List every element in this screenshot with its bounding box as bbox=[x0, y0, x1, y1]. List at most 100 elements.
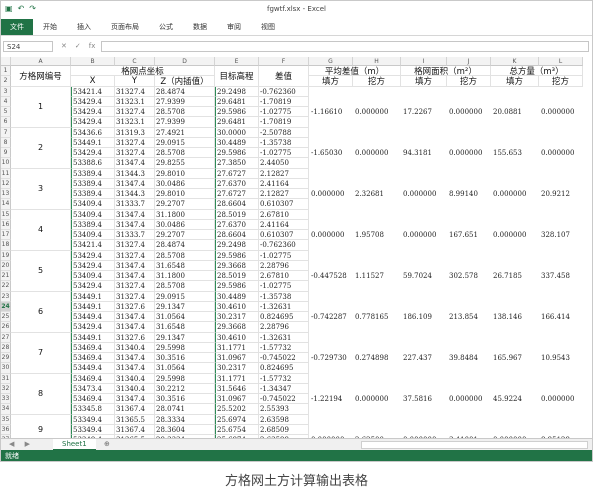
cancel-icon[interactable]: ✕ bbox=[61, 42, 67, 50]
grid-number-cell[interactable]: 1 bbox=[11, 86, 71, 128]
horizontal-scrollbar[interactable] bbox=[361, 441, 588, 449]
row-header[interactable]: 26 bbox=[1, 322, 11, 333]
data-cell[interactable]: 31327.6 bbox=[115, 332, 155, 343]
row-header[interactable]: 28 bbox=[1, 342, 11, 353]
data-cell[interactable]: 31.1771 bbox=[215, 373, 259, 384]
data-cell[interactable]: 29.8255 bbox=[155, 158, 215, 169]
data-cell[interactable]: 29.2707 bbox=[155, 230, 215, 241]
data-cell[interactable]: 29.5986 bbox=[215, 148, 259, 159]
data-cell[interactable]: 31340.4 bbox=[115, 342, 155, 353]
row-header[interactable]: 11 bbox=[1, 168, 11, 179]
ribbon-tab[interactable]: 页面布局 bbox=[101, 19, 149, 35]
data-cell[interactable]: 31347.4 bbox=[115, 312, 155, 323]
row-header[interactable]: 27 bbox=[1, 332, 11, 343]
data-cell[interactable]: 53449.1 bbox=[71, 332, 115, 343]
ribbon-tab[interactable]: 数据 bbox=[183, 19, 217, 35]
data-cell[interactable]: 53429.4 bbox=[71, 322, 115, 333]
grid-number-cell[interactable]: 7 bbox=[11, 332, 71, 374]
group-value-cell[interactable]: 10.9543 bbox=[539, 353, 583, 364]
group-value-cell[interactable]: 0.000000 bbox=[491, 230, 539, 241]
data-cell[interactable]: 31367.4 bbox=[115, 424, 155, 435]
data-cell[interactable]: 29.5998 bbox=[155, 342, 215, 353]
group-value-cell[interactable]: 0.000000 bbox=[401, 189, 447, 200]
data-cell[interactable]: 53429.4 bbox=[71, 260, 115, 271]
group-value-cell[interactable]: 0.000000 bbox=[353, 394, 401, 405]
data-cell[interactable]: 29.3668 bbox=[215, 260, 259, 271]
group-value-cell[interactable]: 0.000000 bbox=[353, 148, 401, 159]
data-cell[interactable]: 27.9399 bbox=[155, 117, 215, 128]
column-header[interactable]: B bbox=[71, 57, 115, 66]
data-cell[interactable]: 31347.4 bbox=[115, 271, 155, 282]
data-cell[interactable]: 53429.4 bbox=[71, 148, 115, 159]
data-cell[interactable]: 53469.4 bbox=[71, 342, 115, 353]
data-cell[interactable]: 53389.4 bbox=[71, 178, 115, 189]
data-cell[interactable]: 2.41164 bbox=[259, 178, 309, 189]
group-value-cell[interactable]: 166.414 bbox=[539, 312, 583, 323]
data-cell[interactable]: 31.6548 bbox=[155, 322, 215, 333]
data-cell[interactable]: 53349.4 bbox=[71, 414, 115, 425]
data-cell[interactable]: 28.3604 bbox=[155, 424, 215, 435]
data-cell[interactable]: 30.4489 bbox=[215, 291, 259, 302]
data-cell[interactable]: 0.610307 bbox=[259, 199, 309, 210]
row-header[interactable]: 4 bbox=[1, 96, 11, 107]
row-header[interactable]: 18 bbox=[1, 240, 11, 251]
data-cell[interactable]: 31333.7 bbox=[115, 199, 155, 210]
data-cell[interactable]: 31327.4 bbox=[115, 240, 155, 251]
data-cell[interactable]: 31347.4 bbox=[115, 209, 155, 220]
row-header[interactable]: 15 bbox=[1, 209, 11, 220]
data-cell[interactable]: 28.6604 bbox=[215, 230, 259, 241]
data-cell[interactable]: 29.1347 bbox=[155, 301, 215, 312]
data-cell[interactable]: 28.5708 bbox=[155, 250, 215, 261]
data-cell[interactable]: 30.0000 bbox=[215, 127, 259, 138]
data-cell[interactable]: 30.2212 bbox=[155, 383, 215, 394]
data-cell[interactable]: 27.6727 bbox=[215, 168, 259, 179]
data-cell[interactable]: 53429.4 bbox=[71, 281, 115, 292]
data-cell[interactable]: 31327.4 bbox=[115, 86, 155, 97]
row-header[interactable]: 31 bbox=[1, 373, 11, 384]
data-cell[interactable]: 2.41164 bbox=[259, 219, 309, 230]
row-header[interactable]: 5 bbox=[1, 107, 11, 118]
column-header[interactable]: F bbox=[259, 57, 309, 66]
data-cell[interactable]: 28.4874 bbox=[155, 86, 215, 97]
column-header[interactable]: D bbox=[155, 57, 215, 66]
row-header[interactable]: 20 bbox=[1, 260, 11, 271]
data-cell[interactable]: 53345.8 bbox=[71, 404, 115, 415]
data-cell[interactable]: 0.824695 bbox=[259, 363, 309, 374]
data-cell[interactable]: 29.2707 bbox=[155, 199, 215, 210]
group-value-cell[interactable]: 2.32681 bbox=[353, 189, 401, 200]
sheet-nav-arrows[interactable]: ◀ ▶ bbox=[9, 439, 34, 449]
group-value-cell[interactable]: 17.2267 bbox=[401, 107, 447, 118]
group-value-cell[interactable]: 59.7024 bbox=[401, 271, 447, 282]
row-header[interactable]: 9 bbox=[1, 148, 11, 159]
row-header[interactable]: 12 bbox=[1, 178, 11, 189]
group-value-cell[interactable]: 0.000000 bbox=[309, 189, 353, 200]
data-cell[interactable]: 30.4489 bbox=[215, 137, 259, 148]
data-cell[interactable]: -1.02775 bbox=[259, 250, 309, 261]
group-value-cell[interactable]: 186.109 bbox=[401, 312, 447, 323]
row-header[interactable]: 29 bbox=[1, 353, 11, 364]
data-cell[interactable]: 31323.1 bbox=[115, 117, 155, 128]
row-header[interactable]: 1 bbox=[1, 66, 11, 77]
data-cell[interactable]: 29.0915 bbox=[155, 137, 215, 148]
ribbon-tab[interactable]: 开始 bbox=[33, 19, 67, 35]
data-cell[interactable]: 53388.6 bbox=[71, 158, 115, 169]
data-cell[interactable]: 31.0564 bbox=[155, 312, 215, 323]
data-cell[interactable]: 53473.4 bbox=[71, 383, 115, 394]
data-cell[interactable]: 28.0741 bbox=[155, 404, 215, 415]
row-header[interactable]: 33 bbox=[1, 394, 11, 405]
data-cell[interactable]: 31.0564 bbox=[155, 363, 215, 374]
data-cell[interactable]: 53389.4 bbox=[71, 168, 115, 179]
data-cell[interactable]: 53449.4 bbox=[71, 363, 115, 374]
group-value-cell[interactable]: 0.000000 bbox=[539, 107, 583, 118]
data-cell[interactable]: 0.610307 bbox=[259, 230, 309, 241]
grid-number-cell[interactable]: 2 bbox=[11, 127, 71, 169]
group-value-cell[interactable]: -1.65030 bbox=[309, 148, 353, 159]
data-cell[interactable]: 30.4610 bbox=[215, 332, 259, 343]
group-value-cell[interactable]: 155.653 bbox=[491, 148, 539, 159]
data-cell[interactable]: 53449.1 bbox=[71, 291, 115, 302]
group-value-cell[interactable]: 45.9224 bbox=[491, 394, 539, 405]
data-cell[interactable]: 31327.4 bbox=[115, 250, 155, 261]
data-cell[interactable]: 53469.4 bbox=[71, 353, 115, 364]
data-cell[interactable]: 31.5646 bbox=[215, 383, 259, 394]
group-value-cell[interactable]: 0.000000 bbox=[309, 230, 353, 241]
